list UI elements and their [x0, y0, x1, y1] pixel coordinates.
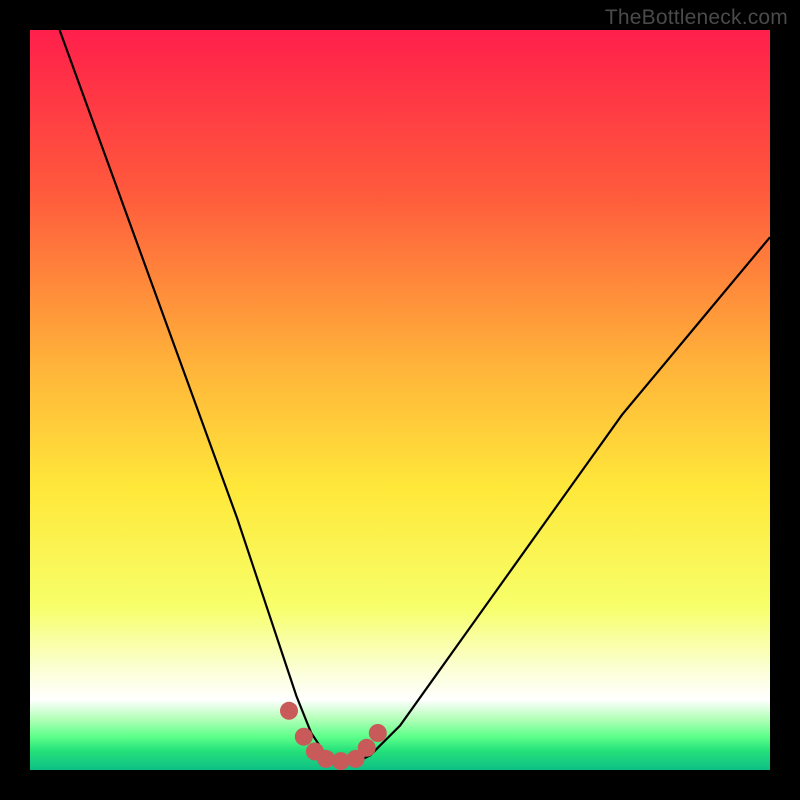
background-gradient — [30, 30, 770, 770]
plot-area — [30, 30, 770, 770]
gradient-rect — [30, 30, 770, 770]
watermark-text: TheBottleneck.com — [605, 6, 788, 30]
chart-frame: TheBottleneck.com — [0, 0, 800, 800]
